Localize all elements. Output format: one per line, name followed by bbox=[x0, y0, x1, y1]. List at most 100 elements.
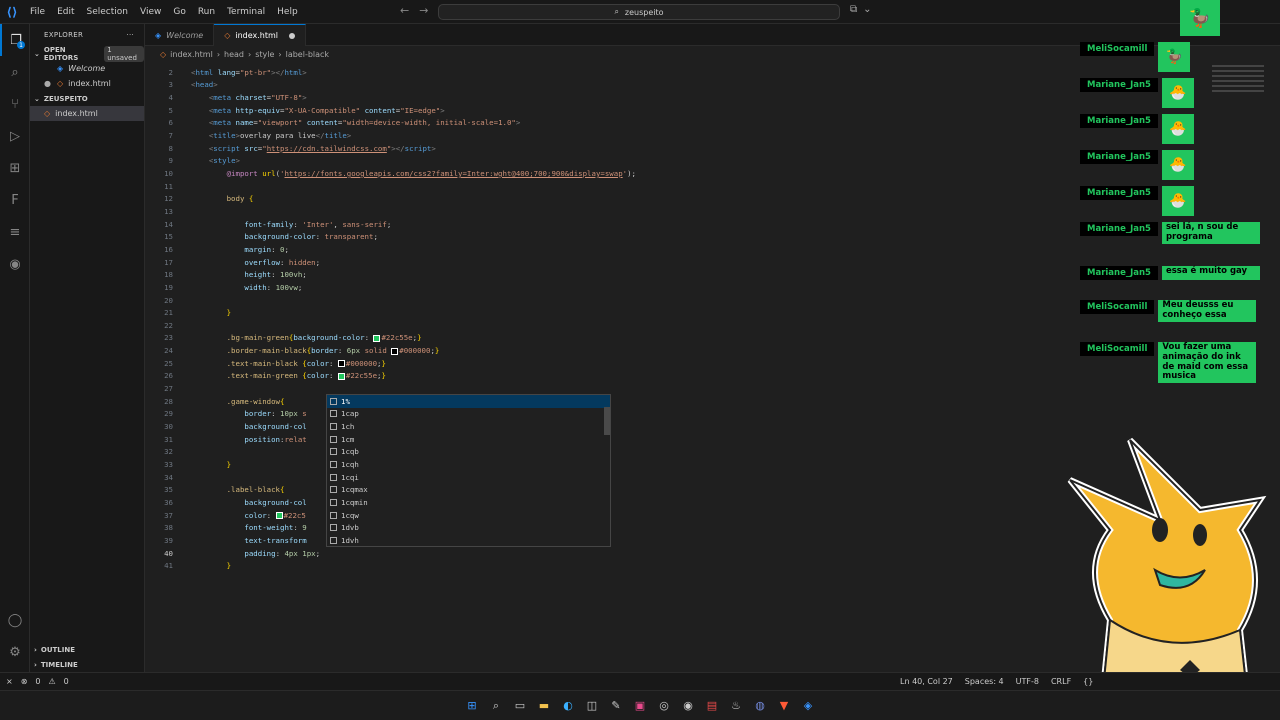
store-icon[interactable]: ◫ bbox=[584, 698, 600, 714]
unsaved-dot-icon[interactable] bbox=[289, 32, 296, 39]
code-line[interactable]: 26 .text-main-green {color: #22c55e;} bbox=[145, 370, 1080, 383]
open-editor-index[interactable]: ● ◇ index.html bbox=[30, 76, 144, 91]
run-debug-icon[interactable]: ▷ bbox=[0, 120, 30, 152]
more-icon[interactable]: ··· bbox=[126, 31, 134, 39]
code-line[interactable]: 36 background-col bbox=[145, 496, 1080, 509]
remote-icon[interactable]: ⨯ bbox=[6, 677, 13, 686]
code-line[interactable]: 40 padding: 4px 1px; bbox=[145, 547, 1080, 560]
suggestion-item[interactable]: 1ch bbox=[327, 420, 610, 433]
suggestion-item[interactable]: 1cqw bbox=[327, 509, 610, 522]
menu-run[interactable]: Run bbox=[192, 7, 221, 17]
cursor-position[interactable]: Ln 40, Col 27 bbox=[900, 677, 953, 686]
code-line[interactable]: 8 <script src="https://cdn.tailwindcss.c… bbox=[145, 142, 1080, 155]
code-line[interactable]: 5 <meta http-equiv="X-UA-Compatible" con… bbox=[145, 104, 1080, 117]
code-line[interactable]: 37 color: #22c5 bbox=[145, 509, 1080, 522]
open-editors-section[interactable]: ⌄ OPEN EDITORS 1 unsaved bbox=[30, 45, 144, 62]
code-line[interactable]: 17 overflow: hidden; bbox=[145, 256, 1080, 269]
code-line[interactable]: 18 height: 100vh; bbox=[145, 268, 1080, 281]
error-icon[interactable]: ⊗ bbox=[21, 677, 28, 686]
task-view-icon[interactable]: ▭ bbox=[512, 698, 528, 714]
steam-icon[interactable]: ♨ bbox=[728, 698, 744, 714]
code-line[interactable]: 3 <head> bbox=[145, 79, 1080, 92]
timeline-section[interactable]: › TIMELINE bbox=[30, 657, 145, 672]
open-editor-welcome[interactable]: ◈ Welcome bbox=[30, 61, 144, 76]
menu-view[interactable]: View bbox=[134, 7, 167, 17]
windows-start-icon[interactable]: ⊞ bbox=[464, 698, 480, 714]
line-ending[interactable]: CRLF bbox=[1051, 677, 1071, 686]
steam-icon[interactable]: ◉ bbox=[680, 698, 696, 714]
gear-icon[interactable]: ⚙ bbox=[0, 636, 30, 668]
code-line[interactable]: 2 <html lang="pt-br"></html> bbox=[145, 66, 1080, 79]
tab-welcome[interactable]: ◈ Welcome bbox=[145, 24, 215, 46]
search-icon[interactable]: ⌕ bbox=[488, 698, 504, 714]
menu-go[interactable]: Go bbox=[167, 7, 191, 17]
code-line[interactable]: 4 <meta charset="UTF-8"> bbox=[145, 91, 1080, 104]
code-line[interactable]: 32 bbox=[145, 446, 1080, 459]
code-line[interactable]: 14 font-family: 'Inter', sans-serif; bbox=[145, 218, 1080, 231]
color-swatch[interactable] bbox=[337, 372, 345, 380]
code-line[interactable]: 41 } bbox=[145, 559, 1080, 572]
vscode-icon[interactable]: ◈ bbox=[800, 698, 816, 714]
menu-file[interactable]: File bbox=[24, 7, 51, 17]
code-line[interactable]: 25 .text-main-black {color: #000000;} bbox=[145, 357, 1080, 370]
suggestion-item[interactable]: 1dvb bbox=[327, 521, 610, 534]
file-explorer-icon[interactable]: ▬ bbox=[536, 698, 552, 714]
warning-icon[interactable]: ⚠ bbox=[49, 677, 56, 686]
menu-help[interactable]: Help bbox=[271, 7, 304, 17]
code-line[interactable]: 31 position:relat bbox=[145, 433, 1080, 446]
forward-arrow-icon[interactable]: → bbox=[419, 4, 428, 17]
breadcrumb-item[interactable]: label-black bbox=[286, 50, 329, 59]
color-swatch[interactable] bbox=[391, 347, 399, 355]
color-swatch[interactable] bbox=[337, 360, 345, 368]
brave-icon[interactable]: ▼ bbox=[776, 698, 792, 714]
explorer-icon[interactable]: ❐ 1 bbox=[0, 24, 30, 56]
color-swatch[interactable] bbox=[275, 512, 283, 520]
menu-edit[interactable]: Edit bbox=[51, 7, 80, 17]
suggestion-item[interactable]: 1dvh bbox=[327, 534, 610, 547]
code-line[interactable]: 35 .label-black{ bbox=[145, 483, 1080, 496]
breadcrumb-item[interactable]: index.html bbox=[170, 50, 213, 59]
project-file-index[interactable]: ◇ index.html bbox=[30, 106, 144, 121]
code-line[interactable]: 12 body { bbox=[145, 193, 1080, 206]
remote-icon[interactable]: ◉ bbox=[0, 248, 30, 280]
code-line[interactable]: 13 bbox=[145, 205, 1080, 218]
menu-selection[interactable]: Selection bbox=[81, 7, 134, 17]
suggestion-item[interactable]: 1cqi bbox=[327, 471, 610, 484]
suggestion-item[interactable]: 1cqmax bbox=[327, 483, 610, 496]
suggestion-item[interactable]: 1cqb bbox=[327, 446, 610, 459]
edge-icon[interactable]: ◐ bbox=[560, 698, 576, 714]
menu-terminal[interactable]: Terminal bbox=[221, 7, 271, 17]
app-icon[interactable]: ▤ bbox=[704, 698, 720, 714]
code-line[interactable]: 7 <title>overlay para live</title> bbox=[145, 129, 1080, 142]
code-line[interactable]: 28 .game-window{ bbox=[145, 395, 1080, 408]
code-line[interactable]: 34 bbox=[145, 471, 1080, 484]
chevron-down-icon[interactable]: ⌄ bbox=[863, 4, 871, 15]
breadcrumb-item[interactable]: head bbox=[224, 50, 244, 59]
code-line[interactable]: 10 @import url('https://fonts.googleapis… bbox=[145, 167, 1080, 180]
photos-icon[interactable]: ▣ bbox=[632, 698, 648, 714]
warning-count[interactable]: 0 bbox=[64, 677, 69, 686]
copilot-icon[interactable]: ⧉ bbox=[850, 4, 857, 15]
code-line[interactable]: 39 text-transform bbox=[145, 534, 1080, 547]
suggestion-item[interactable]: 1cm bbox=[327, 433, 610, 446]
code-line[interactable]: 6 <meta name="viewport" content="width=d… bbox=[145, 117, 1080, 130]
code-line[interactable]: 38 font-weight: 9 bbox=[145, 521, 1080, 534]
code-line[interactable]: 15 background-color: transparent; bbox=[145, 230, 1080, 243]
code-line[interactable]: 9 <style> bbox=[145, 155, 1080, 168]
suggestion-item[interactable]: 1cqh bbox=[327, 458, 610, 471]
suggestion-item[interactable]: 1cqmin bbox=[327, 496, 610, 509]
project-section[interactable]: ⌄ ZEUSPEITO bbox=[30, 91, 144, 106]
code-editor[interactable]: 2 <html lang="pt-br"></html> 3 <head> 4 <met… bbox=[145, 64, 1080, 672]
code-line[interactable]: 20 bbox=[145, 294, 1080, 307]
account-icon[interactable]: ◯ bbox=[0, 604, 30, 636]
suggestion-item[interactable]: 1% bbox=[327, 395, 610, 408]
code-line[interactable]: 23 .bg-main-green{background-color: #22c… bbox=[145, 332, 1080, 345]
command-center[interactable]: ⌕ zeuspeito bbox=[438, 4, 840, 20]
minimap[interactable] bbox=[1208, 62, 1268, 122]
code-line[interactable]: 27 bbox=[145, 382, 1080, 395]
tab-index-html[interactable]: ◇ index.html bbox=[214, 24, 307, 46]
suggest-scrollbar[interactable] bbox=[604, 407, 610, 435]
pen-icon[interactable]: ✎ bbox=[608, 698, 624, 714]
autocomplete-widget[interactable]: 1% 1cap 1ch 1cm 1cqb 1cqh 1cqi 1cqmax 1cqmin 1cqw… bbox=[326, 394, 611, 547]
back-arrow-icon[interactable]: ← bbox=[400, 4, 409, 17]
